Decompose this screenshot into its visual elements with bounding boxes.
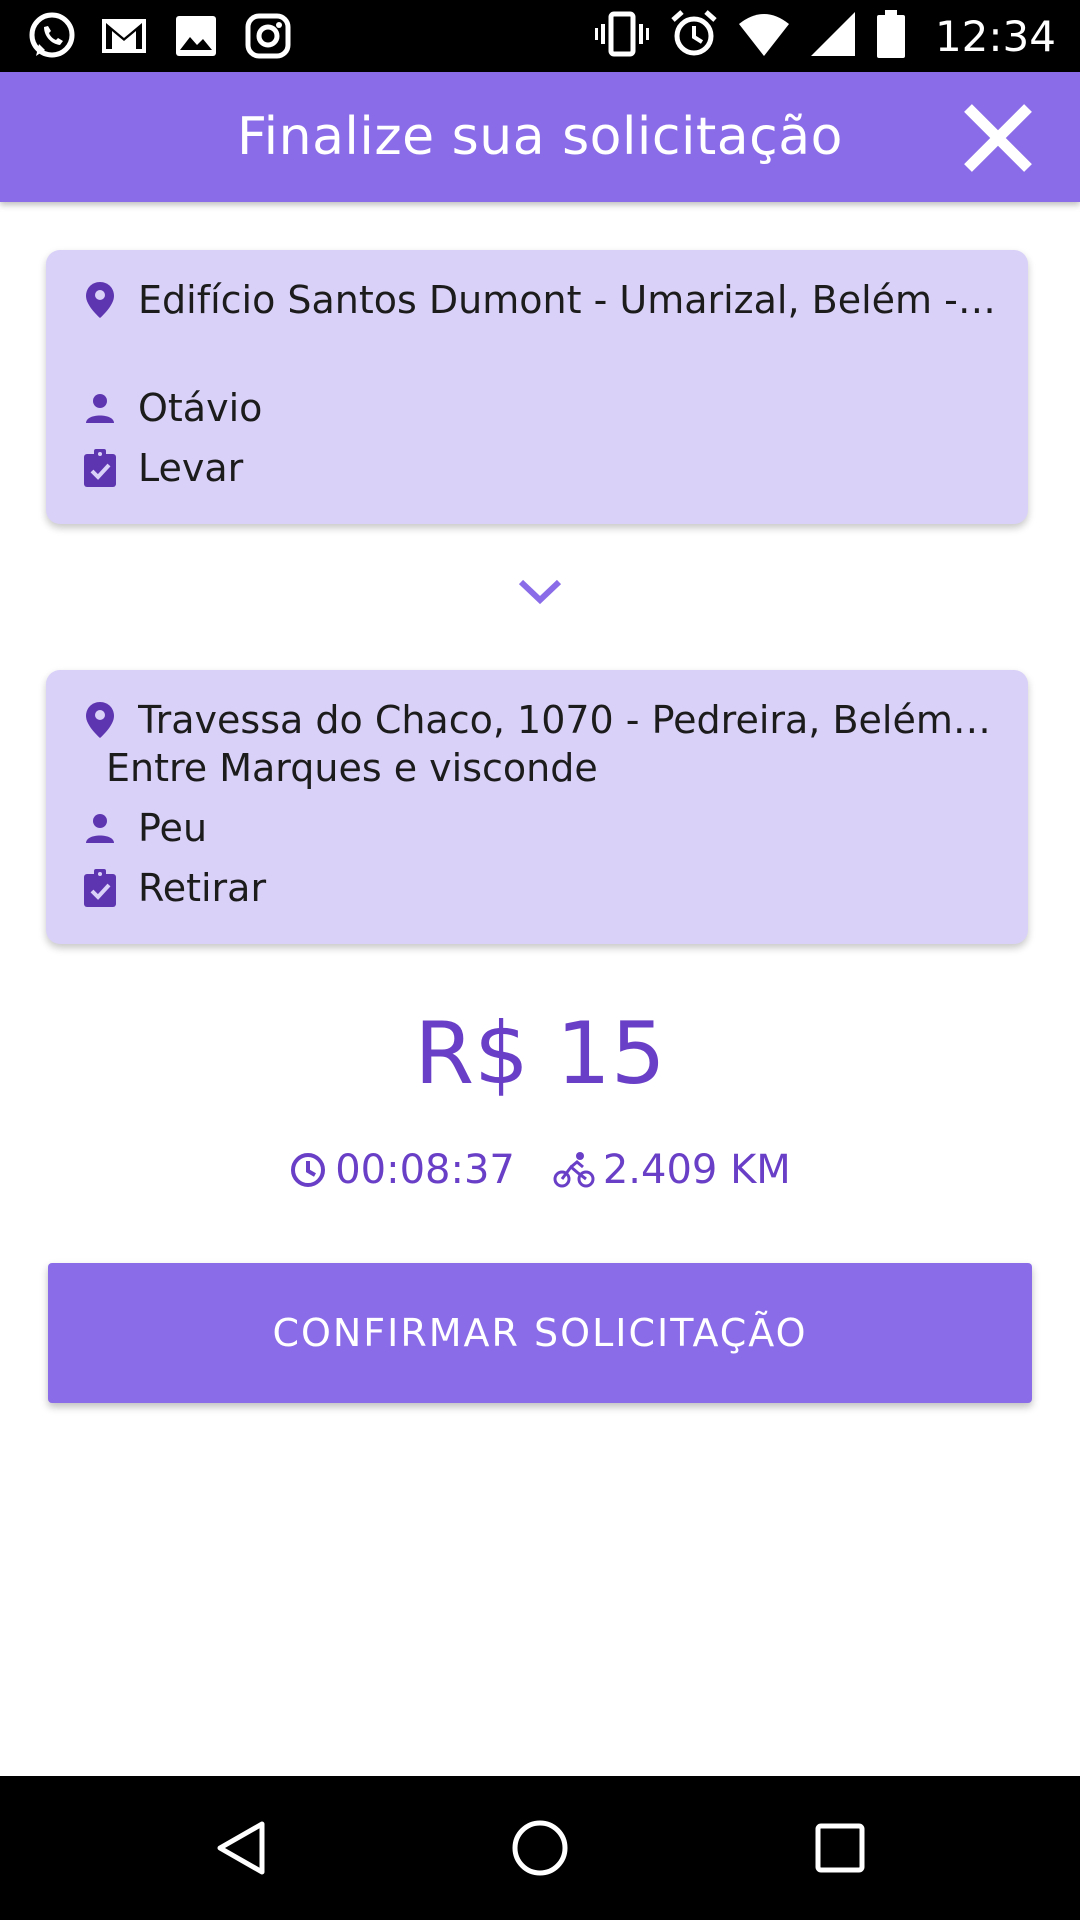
instagram-icon (242, 10, 294, 62)
dropoff-action: Retirar (138, 866, 267, 910)
close-icon (964, 104, 1032, 172)
clock-icon (291, 1153, 326, 1187)
dropoff-complement: Entre Marques e visconde (106, 746, 598, 790)
person-icon (82, 808, 118, 848)
dropoff-card[interactable]: Travessa do Chaco, 1070 - Pedreira, Belé… (46, 670, 1028, 944)
duration-metric: 00:08:37 (289, 1147, 515, 1193)
confirm-request-button[interactable]: CONFIRMAR SOLICITAÇÃO (48, 1263, 1032, 1403)
system-icons: 12:34 (573, 9, 1056, 63)
nav-home-button[interactable] (508, 1816, 572, 1880)
close-button[interactable] (960, 100, 1036, 176)
location-pin-icon (82, 700, 118, 740)
dropoff-contact-row: Peu (82, 803, 1002, 853)
dropoff-address: Travessa do Chaco, 1070 - Pedreira, Belé… (138, 698, 1002, 742)
dropoff-contact: Peu (138, 806, 208, 850)
pickup-contact-row: Otávio (82, 383, 1002, 433)
alarm-icon (671, 9, 717, 63)
gmail-icon (98, 10, 150, 62)
signal-icon (810, 11, 855, 61)
distance-metric: 2.409 KM (553, 1147, 791, 1193)
nav-recents-button[interactable] (808, 1816, 872, 1880)
whatsapp-icon (26, 10, 78, 62)
distance: 2.409 KM (602, 1147, 791, 1193)
screen: 12:34 Finalize sua solicitação Edifício … (0, 0, 1080, 1920)
clipboard-check-icon (82, 448, 118, 488)
pickup-card[interactable]: Edifício Santos Dumont - Umarizal, Belém… (46, 250, 1028, 524)
app-bar: Finalize sua solicitação (0, 72, 1080, 202)
duration: 00:08:37 (335, 1147, 515, 1193)
nav-back-button[interactable] (210, 1816, 274, 1880)
battery-icon (876, 9, 905, 63)
trip-metrics: 00:08:37 2.409 KM (0, 1142, 1080, 1198)
page-title: Finalize sua solicitação (237, 107, 843, 167)
chevron-down-icon (516, 574, 564, 610)
navigation-bar (0, 1776, 1080, 1920)
pickup-action: Levar (138, 446, 244, 490)
pickup-complement (106, 323, 1002, 373)
bike-icon (553, 1152, 595, 1188)
dropoff-action-row: Retirar (82, 863, 1002, 913)
status-bar: 12:34 (0, 0, 1080, 72)
clipboard-check-icon (82, 868, 118, 908)
location-pin-icon (82, 280, 118, 320)
clock: 12:34 (934, 11, 1056, 61)
pickup-action-row: Levar (82, 443, 1002, 493)
dropoff-address-row: Travessa do Chaco, 1070 - Pedreira, Belé… (82, 695, 1002, 745)
recents-icon (815, 1823, 865, 1873)
home-icon (512, 1820, 568, 1876)
pickup-address: Edifício Santos Dumont - Umarizal, Belém… (138, 278, 1002, 322)
notification-icons (26, 10, 314, 62)
person-icon (82, 388, 118, 428)
back-icon (217, 1821, 265, 1875)
gallery-icon (170, 10, 222, 62)
vibrate-icon (594, 10, 649, 63)
price: R$ 15 (414, 1004, 666, 1104)
pickup-contact: Otávio (138, 386, 263, 430)
pickup-address-row: Edifício Santos Dumont - Umarizal, Belém… (82, 275, 1002, 325)
wifi-icon (738, 12, 789, 61)
